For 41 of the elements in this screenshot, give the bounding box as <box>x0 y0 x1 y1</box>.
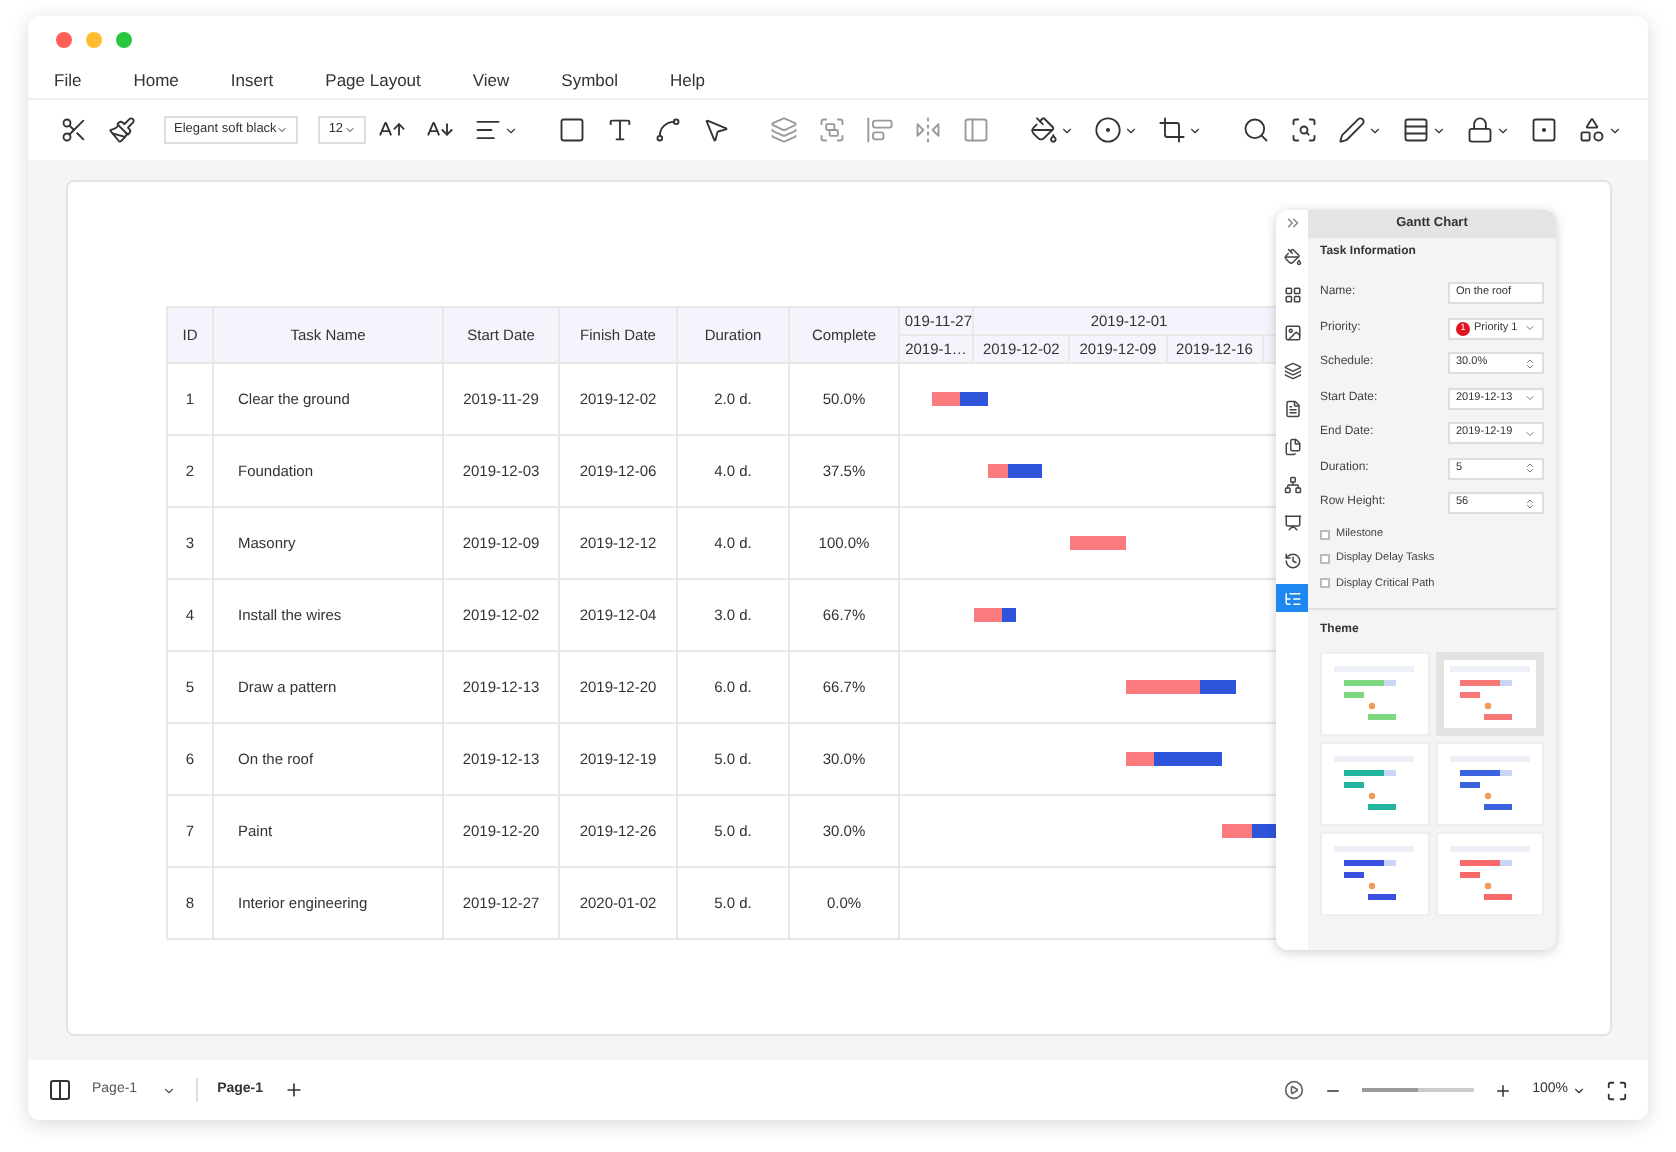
menu-item[interactable]: Page Layout <box>325 68 421 94</box>
done-segment <box>932 392 961 406</box>
menu-item[interactable]: Symbol <box>561 68 619 94</box>
gantt-icon[interactable] <box>1276 584 1308 612</box>
done-segment <box>974 608 1002 622</box>
caret-icon <box>161 1083 176 1097</box>
done-segment <box>1125 680 1200 694</box>
theme-thumbnail[interactable] <box>1320 831 1429 916</box>
menu-item[interactable]: File <box>54 68 82 94</box>
add-page-icon[interactable] <box>283 1080 304 1100</box>
theme-thumbnail[interactable] <box>1435 831 1544 916</box>
menu-item[interactable]: Home <box>133 68 179 94</box>
theme-thumbnail[interactable] <box>1320 741 1429 826</box>
caret-icon <box>276 124 289 136</box>
theme-thumbnail[interactable] <box>1435 741 1544 826</box>
theme-thumbnail[interactable] <box>1320 651 1429 736</box>
menu-item[interactable]: Insert <box>230 68 274 94</box>
checkbox[interactable] <box>1320 529 1330 540</box>
checkbox[interactable] <box>1320 578 1330 589</box>
theme-thumbnail[interactable] <box>1435 651 1544 736</box>
done-segment <box>1070 536 1126 550</box>
zoom-in-icon[interactable] <box>1494 1081 1513 1099</box>
menu-item[interactable]: Help <box>670 68 705 94</box>
caret-icon <box>1524 322 1536 334</box>
done-segment <box>1222 824 1252 838</box>
remaining-segment <box>1199 680 1237 694</box>
done-segment <box>987 464 1009 478</box>
caret-icon <box>1524 392 1536 404</box>
play-icon[interactable] <box>1284 1080 1305 1100</box>
remaining-segment <box>1154 752 1223 766</box>
fullscreen-icon[interactable] <box>1606 1079 1628 1101</box>
checkbox[interactable] <box>1320 553 1330 564</box>
collapse-icon[interactable] <box>1283 214 1301 232</box>
caret-icon <box>1524 427 1536 439</box>
done-segment <box>1125 752 1155 766</box>
caret-icon <box>1572 1083 1586 1097</box>
caret-icon <box>343 124 356 136</box>
remaining-segment <box>1008 464 1043 478</box>
remaining-segment <box>960 392 988 406</box>
menu-item[interactable]: View <box>472 68 510 94</box>
page-view-icon[interactable] <box>48 1078 72 1102</box>
